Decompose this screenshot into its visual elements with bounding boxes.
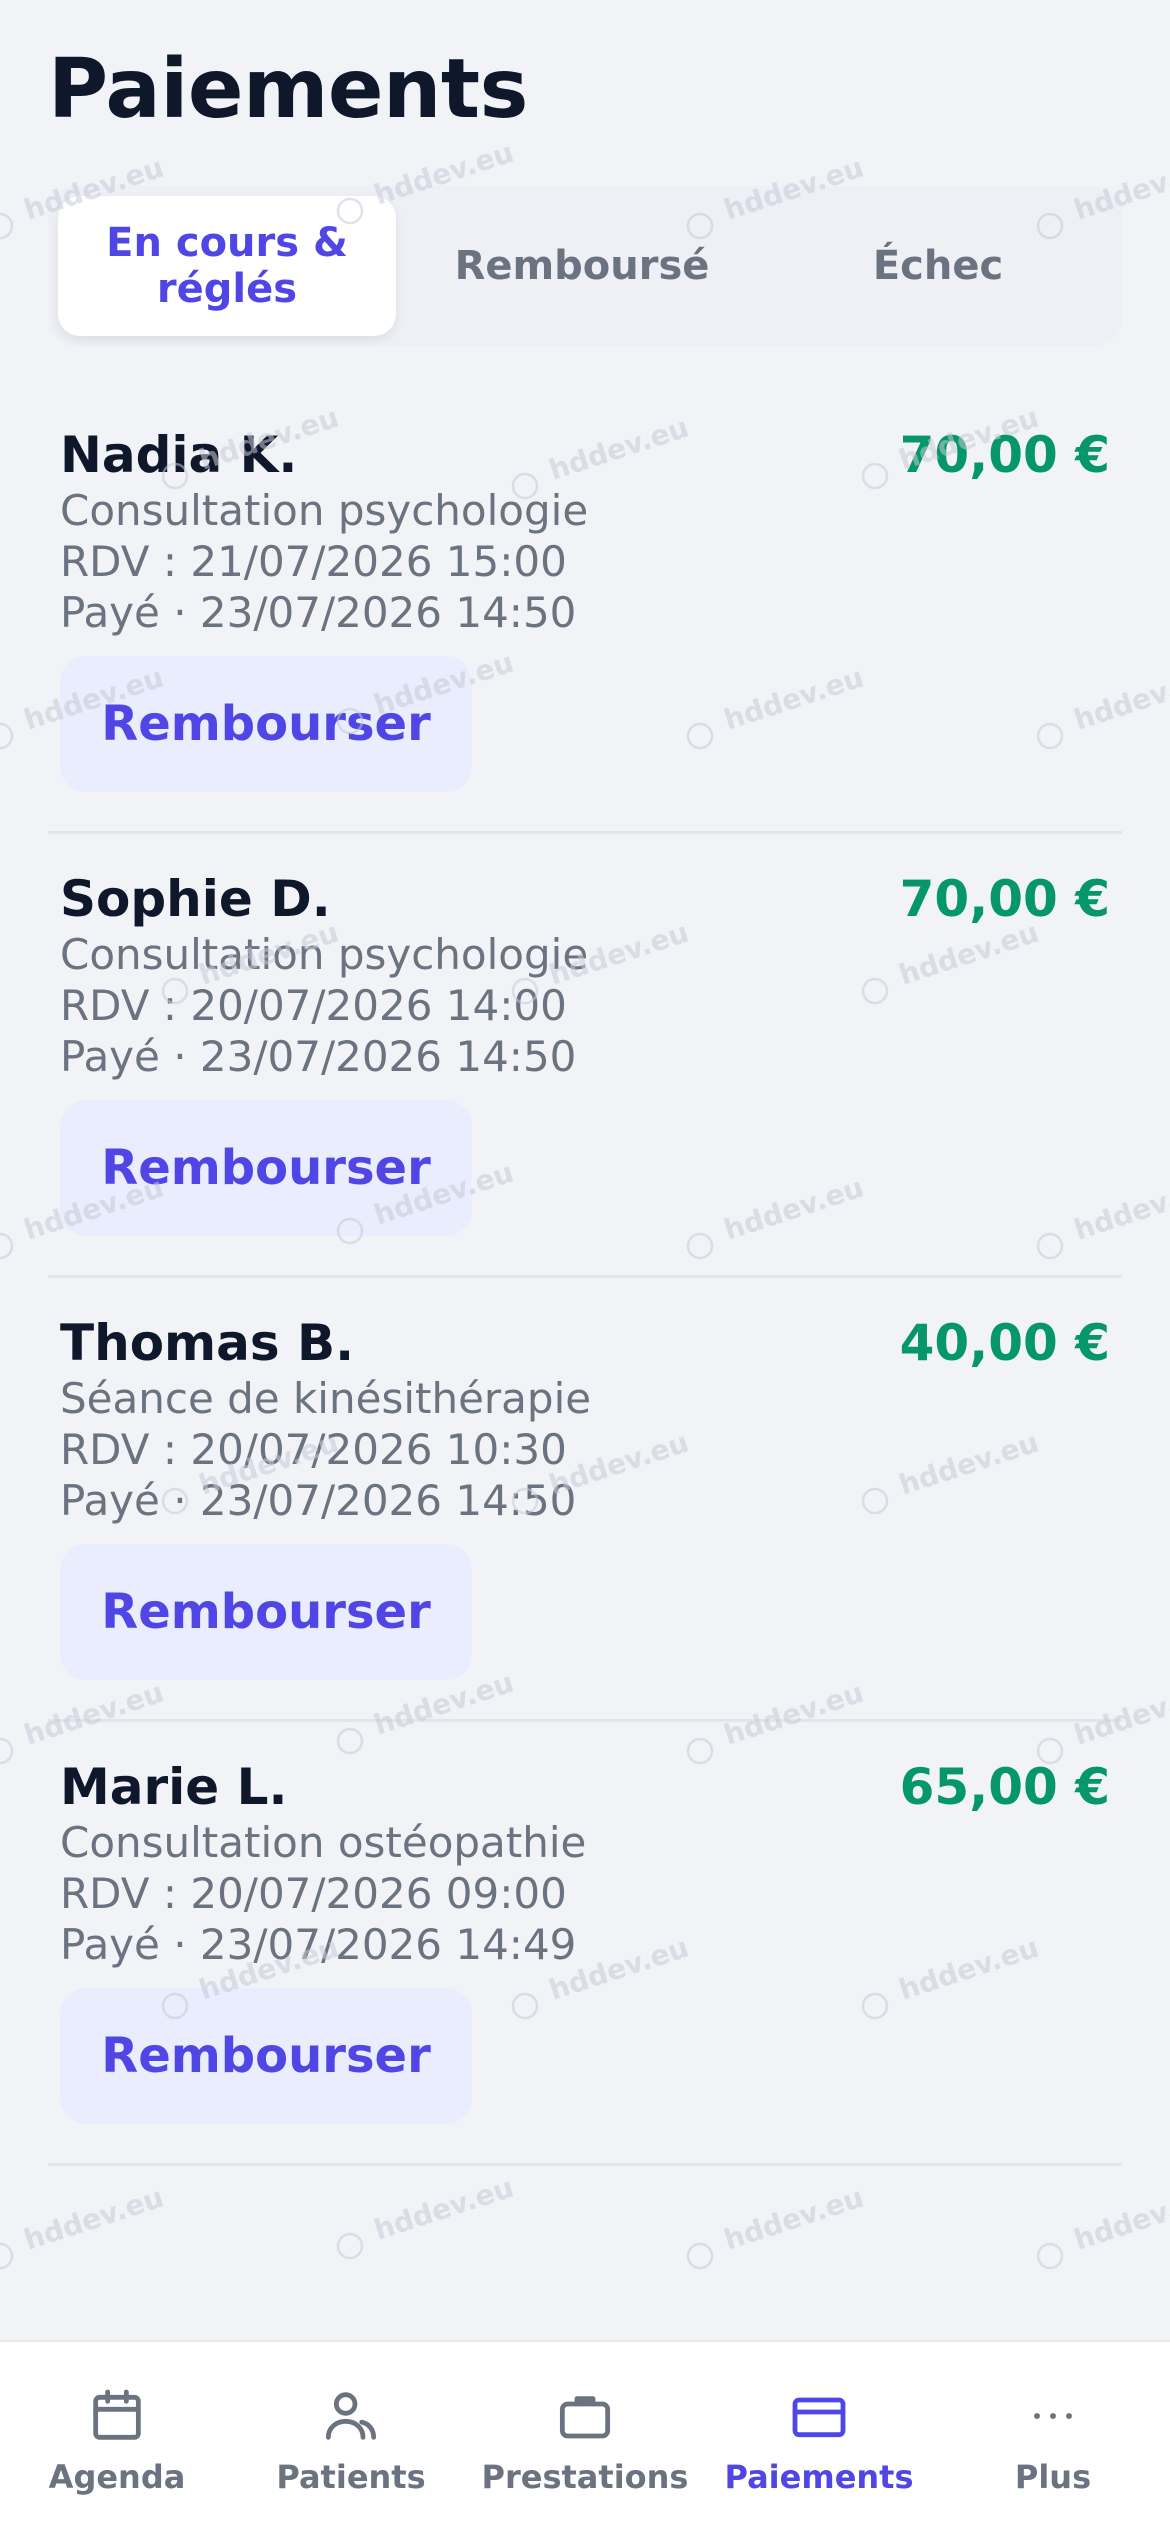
tabbar-item-paiements[interactable]: Paiements [702,2342,936,2532]
paid-date: Payé · 23/07/2026 14:50 [60,1476,577,1525]
payment-item: Nadia K. 70,00 € Consultation psychologi… [48,390,1122,834]
refund-button[interactable]: Rembourser [60,656,472,792]
appointment-date: RDV : 20/07/2026 09:00 [60,1869,567,1918]
patient-name: Sophie D. [60,870,331,928]
tabbar-label: Plus [1014,2458,1092,2496]
more-icon [1021,2384,1085,2448]
payment-amount: 65,00 € [899,1758,1110,1816]
page-title: Paiements [48,42,528,137]
tabbar-label: Prestations [481,2458,689,2496]
tab-label: Remboursé [454,243,710,289]
tabbar-item-prestations[interactable]: Prestations [468,2342,702,2532]
patient-name: Nadia K. [60,426,298,484]
payments-screen: Paiements En cours & réglés Remboursé Éc… [0,0,1170,2532]
payment-item: Thomas B. 40,00 € Séance de kinésithérap… [48,1278,1122,1722]
payment-item: Sophie D. 70,00 € Consultation psycholog… [48,834,1122,1278]
tab-rembourse[interactable]: Remboursé [396,196,768,336]
appointment-date: RDV : 20/07/2026 14:00 [60,981,567,1030]
tabbar-label: Paiements [724,2458,914,2496]
tab-label: Échec [872,243,1004,289]
paid-date: Payé · 23/07/2026 14:50 [60,588,577,637]
appointment-date: RDV : 21/07/2026 15:00 [60,537,567,586]
payment-list: Nadia K. 70,00 € Consultation psychologi… [48,390,1122,2166]
refund-button[interactable]: Rembourser [60,1544,472,1680]
paid-date: Payé · 23/07/2026 14:49 [60,1920,577,1969]
user-icon [319,2384,383,2448]
tabbar-label: Agenda [48,2458,186,2496]
calendar-icon [85,2384,149,2448]
patient-name: Thomas B. [60,1314,355,1372]
patient-name: Marie L. [60,1758,288,1816]
tab-echec[interactable]: Échec [768,196,1108,336]
payment-amount: 70,00 € [899,870,1110,928]
segmented-control: En cours & réglés Remboursé Échec [48,186,1122,346]
refund-button[interactable]: Rembourser [60,1988,472,2124]
tabbar-item-plus[interactable]: Plus [936,2342,1170,2532]
credit-card-icon [787,2384,851,2448]
appointment-date: RDV : 20/07/2026 10:30 [60,1425,567,1474]
service-name: Consultation psychologie [60,930,589,979]
tabbar-item-patients[interactable]: Patients [234,2342,468,2532]
payment-item: Marie L. 65,00 € Consultation ostéopathi… [48,1722,1122,2166]
payment-amount: 40,00 € [899,1314,1110,1372]
tab-en-cours-regles[interactable]: En cours & réglés [58,196,396,336]
bottom-tab-bar: Agenda Patients Prestations Paiements Pl… [0,2340,1170,2532]
refund-button[interactable]: Rembourser [60,1100,472,1236]
payment-amount: 70,00 € [899,426,1110,484]
tabbar-item-agenda[interactable]: Agenda [0,2342,234,2532]
paid-date: Payé · 23/07/2026 14:50 [60,1032,577,1081]
tabbar-label: Patients [276,2458,426,2496]
service-name: Séance de kinésithérapie [60,1374,592,1423]
service-name: Consultation psychologie [60,486,589,535]
service-name: Consultation ostéopathie [60,1818,587,1867]
tab-label: En cours & réglés [106,220,348,312]
briefcase-icon [553,2384,617,2448]
